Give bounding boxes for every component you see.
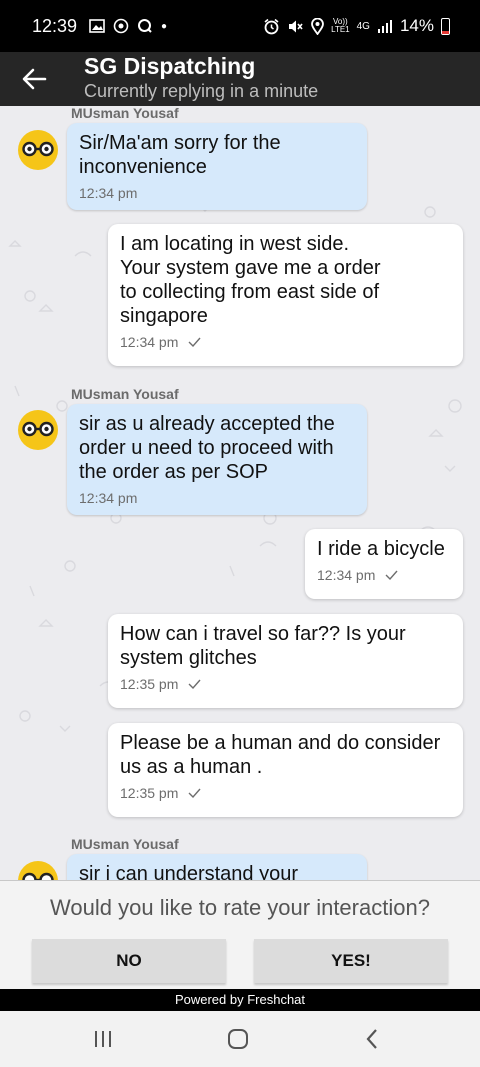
app-header: SG Dispatching Currently replying in a m… [0,52,480,106]
message-bubble-outgoing[interactable]: I ride a bicycle 12:34 pm [305,529,463,599]
message-bubble-outgoing[interactable]: I am locating in west side. Your system … [108,224,463,366]
agent-avatar [18,410,58,450]
rating-panel: Would you like to rate your interaction?… [0,880,480,989]
alarm-icon [264,18,279,34]
battery-level-fill [442,31,449,34]
message-text: order u need to proceed with [79,437,334,459]
page-subtitle: Currently replying in a minute [84,81,319,101]
home-icon[interactable] [223,1025,253,1053]
rate-yes-button[interactable]: YES! [254,939,448,983]
message-text: singapore [120,305,208,327]
location-icon [311,17,324,35]
message-text: to collecting from east side of [120,281,380,303]
sync-icon [113,18,129,34]
chat-area[interactable]: MUsman Yousaf Sir/Ma'am sorry for the in… [0,106,480,880]
dot-icon: ● [161,20,168,32]
check-icon [188,788,201,798]
recent-apps-icon[interactable] [88,1025,118,1053]
message-text: How can i travel so far?? Is your [120,623,406,645]
message-time: 12:34 pm [317,567,376,583]
agent-avatar [18,861,58,880]
status-time: 12:39 [32,15,78,36]
message-text: the order as per SOP [79,461,268,483]
message-time: 12:35 pm [120,676,179,692]
rating-question: Would you like to rate your interaction? [50,895,430,920]
volte-icon: Vo)) LTE1 [331,17,350,34]
message-time: 12:35 pm [120,785,179,801]
arrow-left-icon[interactable] [19,64,49,94]
system-icons: Vo)) LTE1 4G 14% [263,16,450,36]
message-text: sir i can understand your [79,863,299,880]
signal-icon [377,19,392,33]
battery-icon [441,17,450,35]
agent-avatar [18,130,58,170]
message-bubble-incoming[interactable]: sir as u already accepted the order u ne… [67,404,367,515]
mute-icon [289,20,303,32]
message-text: I am locating in west side. [120,233,349,255]
check-icon [188,337,201,347]
back-nav-icon[interactable] [358,1025,388,1053]
message-text: system glitches [120,647,257,669]
message-time: 12:34 pm [120,334,179,350]
message-bubble-outgoing[interactable]: Please be a human and do consider us as … [108,723,463,817]
message-text: sir as u already accepted the [79,413,335,435]
message-bubble-incoming[interactable]: sir i can understand your [67,854,367,880]
check-icon [188,679,201,689]
notification-icons: ● [89,18,167,34]
sender-name: MUsman Yousaf [71,386,179,402]
message-text: inconvenience [79,156,207,178]
system-nav-bar [0,1011,480,1067]
message-text: I ride a bicycle [317,538,445,560]
search-app-icon [138,19,152,33]
network-type: 4G [356,20,370,32]
powered-by-footer: Powered by Freshchat [0,989,480,1011]
message-time: 12:34 pm [79,185,138,201]
sender-name: MUsman Yousaf [71,106,179,121]
page-title: SG Dispatching [84,53,256,79]
message-text: Your system gave me a order [120,257,381,279]
message-bubble-incoming[interactable]: Sir/Ma'am sorry for the inconvenience 12… [67,123,367,210]
message-time: 12:34 pm [79,490,138,506]
status-bar: 12:39 ● Vo)) LTE1 4G 14% [0,0,480,52]
battery-percent: 14% [399,16,434,35]
rate-no-button[interactable]: NO [32,939,226,983]
gallery-icon [89,19,105,33]
message-text: Sir/Ma'am sorry for the [79,132,281,154]
message-text: us as a human . [120,756,263,778]
check-icon [385,570,398,580]
message-bubble-outgoing[interactable]: How can i travel so far?? Is your system… [108,614,463,708]
message-text: Please be a human and do consider [120,732,441,754]
sender-name: MUsman Yousaf [71,836,179,852]
